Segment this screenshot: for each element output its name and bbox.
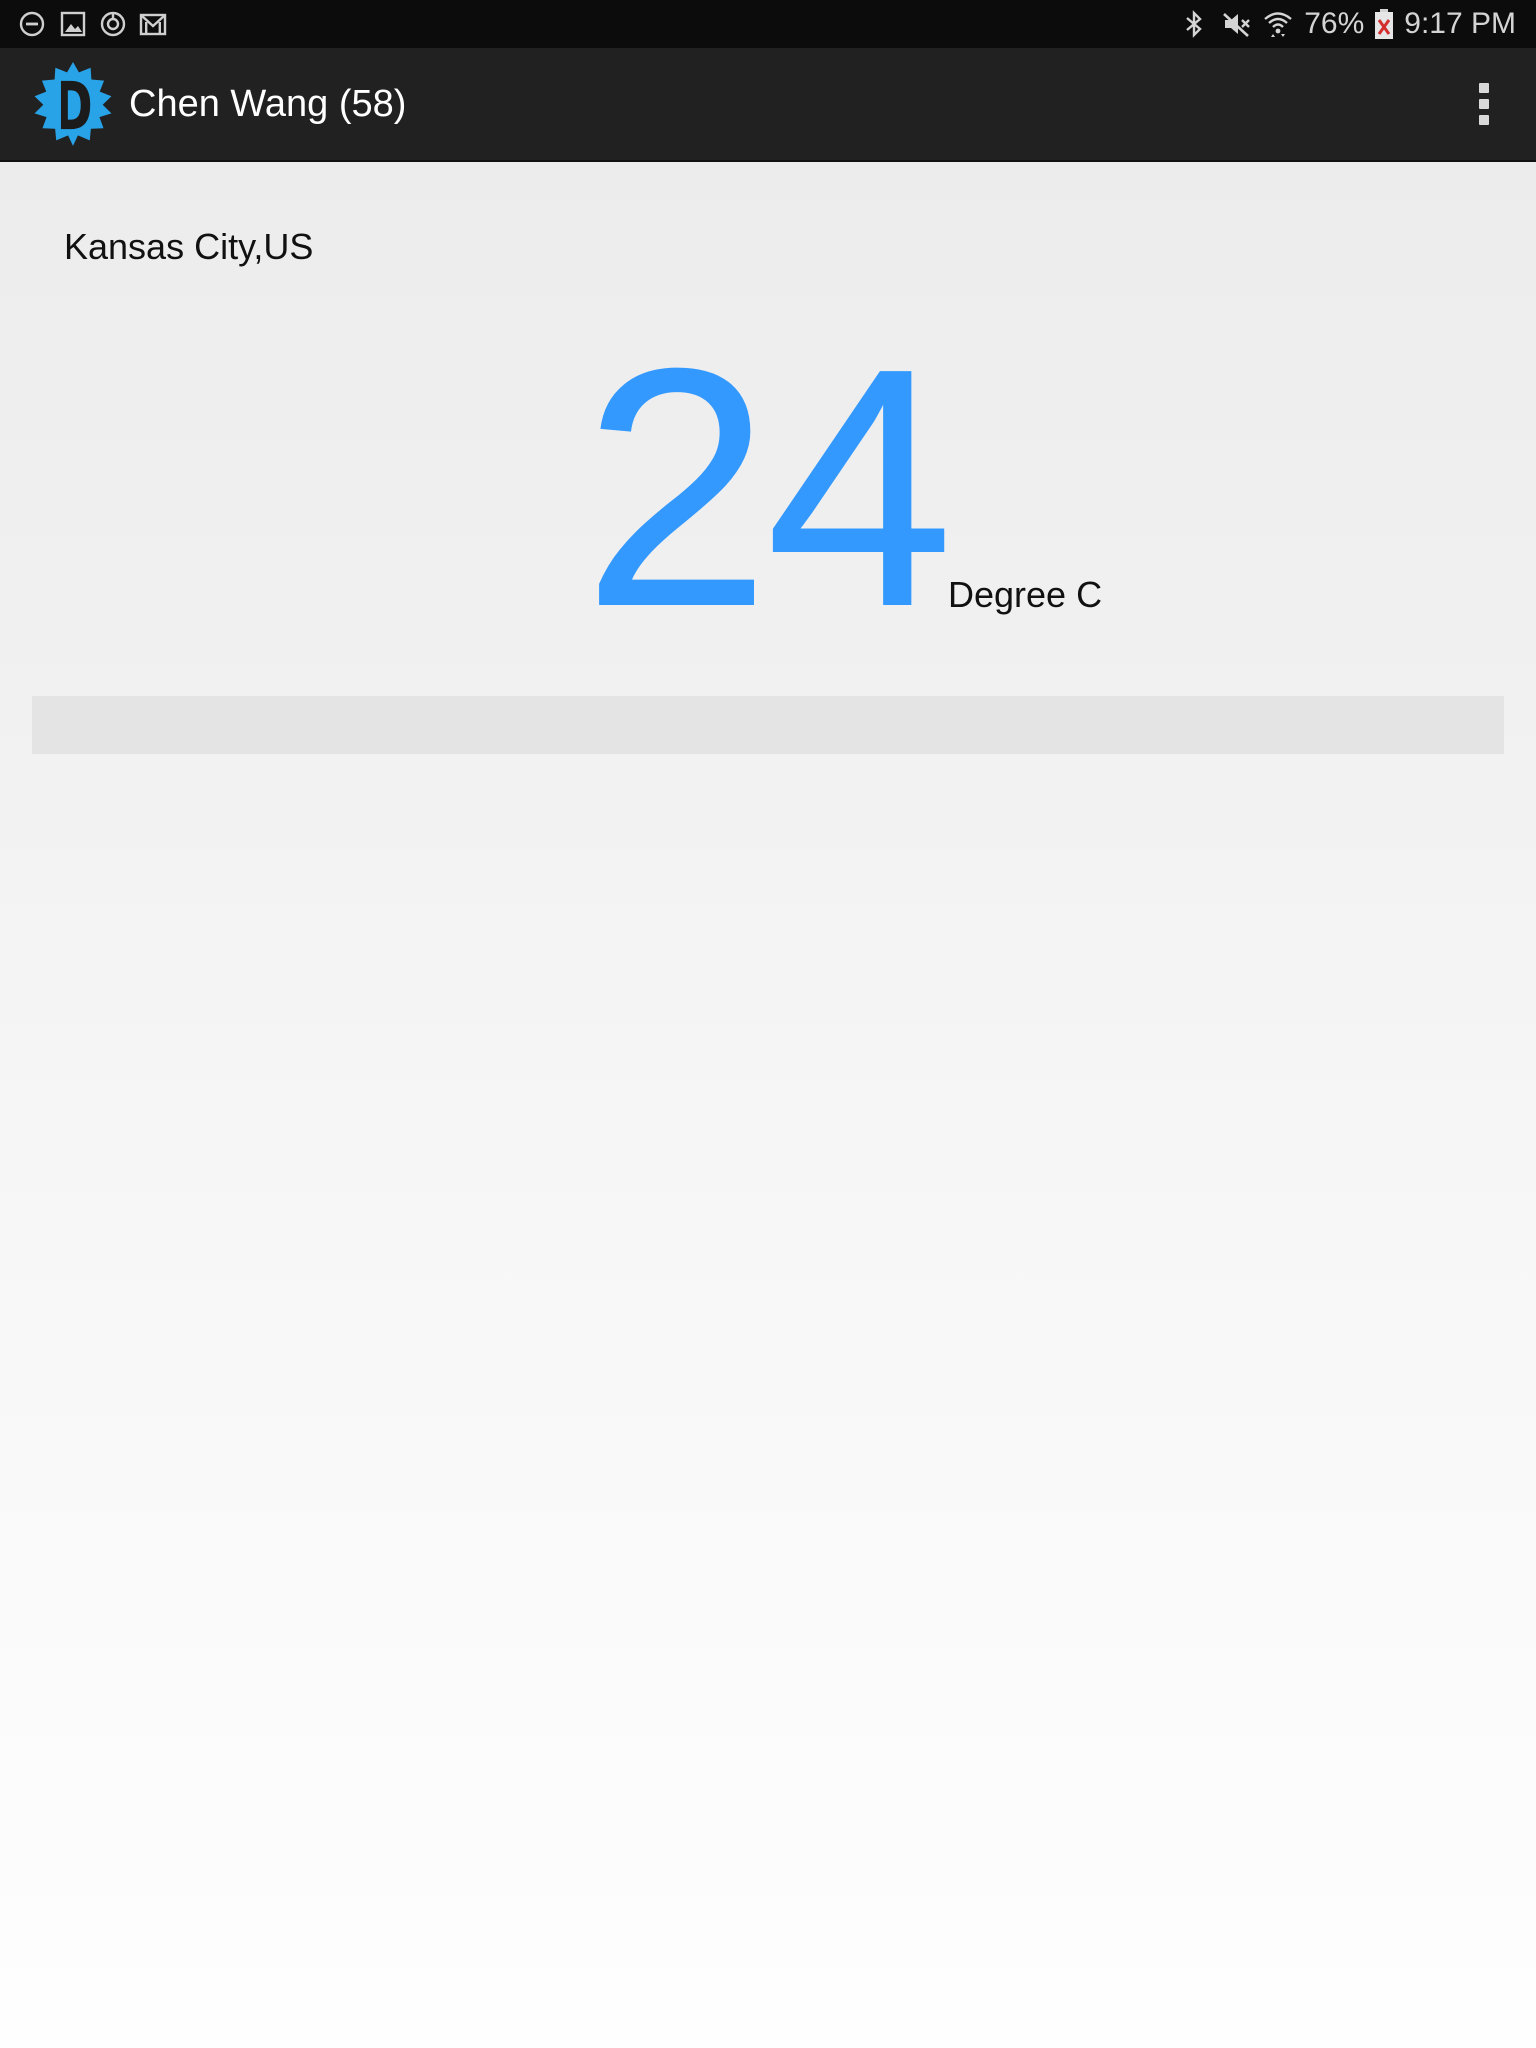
- clock: 9:17 PM: [1404, 7, 1516, 40]
- temperature-unit: Degree C: [948, 574, 1103, 615]
- menu-dot: [1479, 115, 1489, 125]
- sun-logo-icon[interactable]: [30, 62, 116, 148]
- battery-percent: 76%: [1304, 7, 1365, 40]
- gallery-icon: [60, 11, 86, 37]
- status-bar: 76% 9:17 PM: [0, 0, 1536, 48]
- action-bar: Chen Wang (58): [0, 48, 1536, 162]
- mute-icon: [1223, 13, 1251, 37]
- bluetooth-icon: [1186, 10, 1202, 38]
- overflow-menu-icon[interactable]: [1452, 72, 1516, 136]
- sync-icon: [100, 11, 126, 37]
- temperature-value: 24: [582, 298, 954, 678]
- gmail-icon: [139, 13, 167, 36]
- notification-icons: [18, 10, 168, 38]
- forecast-band: [32, 696, 1504, 754]
- wifi-icon: [1264, 12, 1292, 37]
- do-not-disturb-icon: [19, 11, 45, 37]
- menu-dot: [1479, 83, 1489, 93]
- location-label: Kansas City,US: [64, 226, 314, 267]
- app-title: Chen Wang (58): [129, 83, 407, 125]
- battery-icon: [1375, 9, 1394, 39]
- system-status: 76% 9:17 PM: [1178, 0, 1516, 48]
- menu-dot: [1479, 99, 1489, 109]
